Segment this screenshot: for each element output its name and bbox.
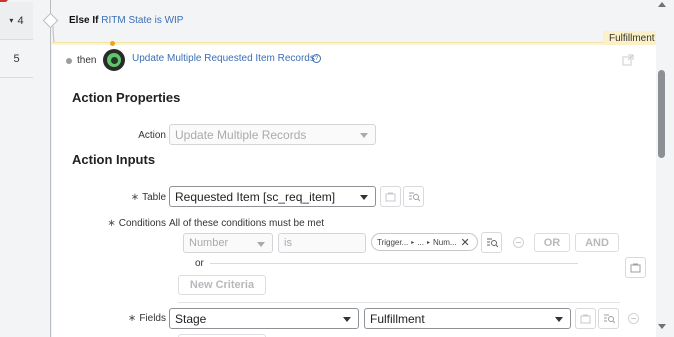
- conditions-label: ∗ Conditions: [107, 218, 166, 229]
- collapse-caret-icon[interactable]: ▾: [9, 16, 13, 25]
- pill-arrow-icon: ▸: [411, 239, 415, 246]
- field-name-select[interactable]: Stage: [169, 308, 359, 329]
- chevron-down-icon: [360, 195, 368, 200]
- flow-connector-line: [50, 0, 51, 337]
- condition-data-pill[interactable]: Trigger... ▸ ... ▸ Num... ✕: [371, 233, 478, 251]
- fields-label: ∗ Fields: [127, 313, 166, 324]
- or-separator-label: or: [195, 258, 204, 269]
- then-label: then: [77, 55, 97, 66]
- table-data-pill-button[interactable]: [403, 186, 424, 207]
- scrollbar-thumb[interactable]: [658, 70, 665, 158]
- clipboard-icon: [385, 192, 396, 201]
- action-label: Action: [138, 130, 166, 141]
- action-inputs-title: Action Inputs: [72, 152, 156, 167]
- action-title-link[interactable]: Update Multiple Requested Item Records: [132, 53, 315, 64]
- status-dot-icon: [110, 41, 115, 46]
- remove-condition-icon[interactable]: [513, 237, 524, 248]
- else-if-row[interactable]: Else If RITM State is WIP: [69, 15, 183, 26]
- clipboard-icon: [630, 263, 641, 272]
- vertical-scrollbar[interactable]: [656, 0, 668, 337]
- remove-field-icon[interactable]: [628, 313, 639, 324]
- condition-field-select[interactable]: Number: [183, 233, 273, 253]
- chevron-down-icon: [343, 317, 351, 322]
- action-step-icon[interactable]: [103, 49, 125, 71]
- table-copy-button[interactable]: [380, 186, 401, 207]
- condition-operator-select[interactable]: is: [278, 233, 366, 253]
- scroll-down-arrow-icon[interactable]: [658, 324, 666, 329]
- action-select: Update Multiple Records: [169, 124, 376, 145]
- scroll-up-arrow-icon[interactable]: [658, 2, 666, 7]
- help-icon[interactable]: ?: [312, 54, 321, 63]
- conditions-divider: [178, 302, 620, 303]
- else-if-keyword: Else If: [69, 15, 99, 26]
- clipboard-icon: [580, 314, 591, 323]
- pill-arrow-icon: ▸: [426, 239, 430, 246]
- table-select[interactable]: Requested Item [sc_req_item]: [169, 186, 376, 207]
- condition-data-pill-button[interactable]: [481, 232, 502, 253]
- field-value-select[interactable]: Fulfillment: [364, 308, 571, 329]
- conditions-copy-button[interactable]: [625, 257, 646, 278]
- or-divider: [210, 263, 578, 264]
- data-pill-picker-icon: [486, 238, 498, 248]
- then-dot-icon: [66, 58, 72, 64]
- required-marker: ∗: [130, 192, 140, 203]
- stage-tag: Fulfillment: [603, 31, 661, 45]
- else-if-condition[interactable]: RITM State is WIP: [101, 15, 183, 26]
- line-number-gutter: ▾ 4 5: [0, 0, 33, 337]
- chevron-down-icon: [257, 242, 265, 247]
- data-pill-picker-icon: [603, 314, 615, 324]
- table-label: ∗ Table: [130, 192, 166, 203]
- chevron-down-icon: [555, 317, 563, 322]
- row-number-5[interactable]: 5: [0, 40, 33, 78]
- chevron-down-icon: [360, 133, 368, 138]
- field-copy-button[interactable]: [575, 308, 596, 329]
- new-criteria-button[interactable]: New Criteria: [178, 275, 266, 295]
- conditions-description: All of these conditions must be met: [169, 218, 325, 229]
- open-external-icon[interactable]: [622, 54, 634, 66]
- and-button[interactable]: AND: [575, 233, 619, 252]
- row-number-4[interactable]: ▾ 4: [0, 2, 33, 40]
- field-data-pill-button[interactable]: [598, 308, 619, 329]
- close-icon[interactable]: ✕: [461, 236, 470, 249]
- or-button[interactable]: OR: [534, 233, 570, 252]
- action-properties-title: Action Properties: [72, 90, 181, 105]
- data-pill-picker-icon: [408, 192, 420, 202]
